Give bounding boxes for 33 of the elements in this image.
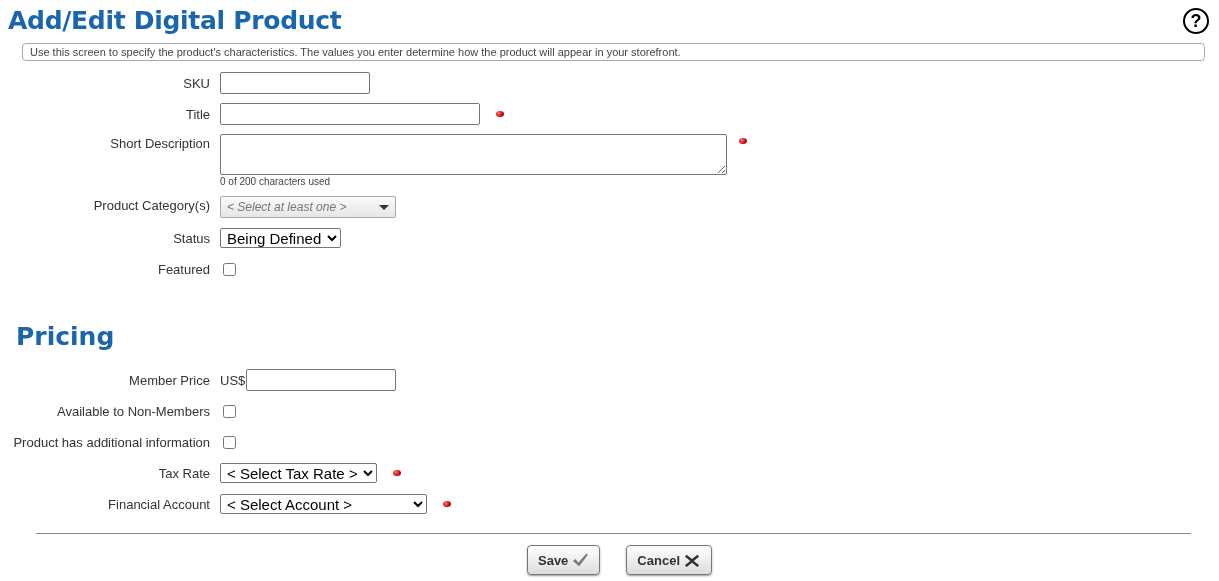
currency-label: US$ xyxy=(220,372,246,388)
field-label: Available to Non-Members xyxy=(56,403,210,419)
field-label: Tax Rate xyxy=(157,465,210,481)
field-label: Financial Account xyxy=(107,496,210,512)
field-label: SKU xyxy=(182,75,210,91)
field-label: Title xyxy=(184,106,210,122)
text-field[interactable] xyxy=(246,369,397,391)
field-label: Product has additional information xyxy=(12,434,210,450)
field-label: Status xyxy=(172,230,210,246)
close-icon xyxy=(683,552,701,568)
field-label: Short Description xyxy=(109,135,210,151)
field-label: Product Category(s) xyxy=(92,197,210,213)
instructions-banner: Use this screen to specify the product's characteristics. The values you enter determine how the product will appear in your storefront. xyxy=(22,43,1205,61)
text-field[interactable] xyxy=(220,72,370,94)
character-counter: 0 of 200 characters used xyxy=(220,176,332,187)
checkbox[interactable] xyxy=(223,404,236,418)
section-heading: Pricing xyxy=(16,322,116,351)
save-button[interactable]: Save xyxy=(527,545,601,575)
caret-icon xyxy=(379,204,389,210)
category-dropdown[interactable]: < Select at least one > xyxy=(220,196,396,218)
text-area[interactable] xyxy=(220,134,727,175)
help-icon[interactable]: ? xyxy=(1183,8,1209,34)
dropdown[interactable]: < Select Tax Rate > xyxy=(220,463,377,483)
cancel-button[interactable]: Cancel xyxy=(626,545,712,575)
dropdown[interactable]: Being Defined xyxy=(220,228,341,248)
field-label: Member Price xyxy=(128,372,210,388)
text-field[interactable] xyxy=(220,103,480,125)
checkbox[interactable] xyxy=(223,435,236,449)
field-label: Featured xyxy=(156,261,210,277)
checkbox[interactable] xyxy=(223,262,236,276)
page-title: Add/Edit Digital Product xyxy=(8,6,342,35)
dropdown[interactable]: < Select Account > xyxy=(220,494,427,514)
checkmark-icon xyxy=(571,552,590,568)
